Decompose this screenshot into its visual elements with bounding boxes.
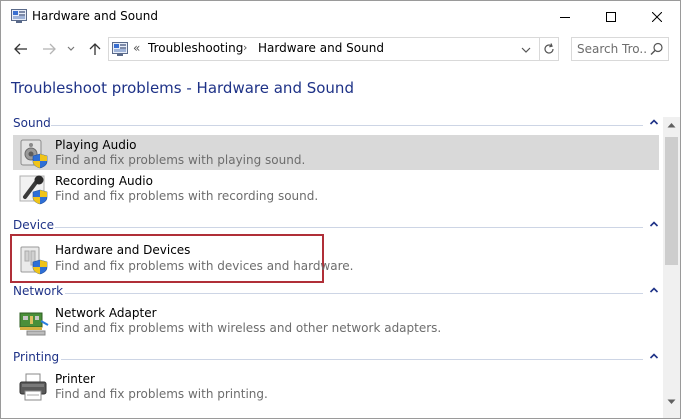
scrollbar-thumb[interactable]: [665, 137, 678, 265]
group-divider: [65, 293, 643, 294]
title-bar: Hardware and Sound: [1, 1, 680, 32]
breadcrumb-separator[interactable]: ›: [243, 41, 247, 54]
search-box[interactable]: Search Tro...: [571, 37, 669, 61]
group-label: Printing: [13, 350, 60, 364]
group-label: Device: [13, 218, 55, 232]
scroll-down-icon[interactable]: [667, 399, 676, 405]
breadcrumb-hardware-and-sound[interactable]: Hardware and Sound: [258, 41, 384, 55]
collapse-icon[interactable]: [649, 117, 659, 127]
item-description: Find and fix problems with printing.: [55, 387, 268, 401]
group-divider: [51, 125, 643, 126]
device-shield-icon: [17, 243, 49, 275]
troubleshooter-playing-audio[interactable]: Playing Audio Find and fix problems with…: [13, 135, 659, 170]
content-pane: Troubleshoot problems - Hardware and Sou…: [1, 67, 680, 418]
window-title: Hardware and Sound: [32, 9, 158, 23]
item-description: Find and fix problems with playing sound…: [55, 153, 306, 167]
maximize-icon: [606, 11, 616, 22]
arrow-up-icon: [89, 43, 101, 55]
troubleshooter-network-adapter[interactable]: Network Adapter Find and fix problems wi…: [13, 303, 659, 338]
network-adapter-icon: [17, 305, 49, 337]
item-description: Find and fix problems with devices and h…: [55, 259, 354, 273]
recent-locations-button[interactable]: [64, 39, 78, 59]
minimize-button[interactable]: [542, 1, 588, 32]
control-panel-icon: [112, 42, 128, 56]
back-button[interactable]: [11, 39, 31, 59]
close-icon: [652, 11, 662, 22]
arrow-right-icon: [43, 43, 56, 55]
troubleshooter-hardware-and-devices[interactable]: Hardware and Devices Find and fix proble…: [10, 234, 353, 283]
printer-icon: [17, 371, 49, 403]
refresh-button[interactable]: [539, 37, 559, 61]
chevron-down-icon: [521, 47, 531, 53]
control-panel-window: Hardware and Sound « Troubleshooting › H…: [0, 0, 681, 419]
address-history-dropdown[interactable]: [521, 43, 535, 57]
search-icon: [650, 42, 663, 55]
item-description: Find and fix problems with wireless and …: [55, 321, 442, 335]
breadcrumb-troubleshooting[interactable]: Troubleshooting: [148, 41, 243, 55]
scroll-up-icon[interactable]: [667, 122, 676, 128]
search-placeholder: Search Tro...: [577, 42, 647, 56]
troubleshooter-printer[interactable]: Printer Find and fix problems with print…: [13, 369, 659, 404]
vertical-scrollbar[interactable]: [663, 117, 680, 418]
maximize-button[interactable]: [588, 1, 634, 32]
page-title: Troubleshoot problems - Hardware and Sou…: [11, 79, 354, 97]
group-label: Network: [13, 284, 64, 298]
control-panel-icon: [11, 9, 27, 23]
item-title[interactable]: Recording Audio: [55, 174, 153, 188]
address-bar[interactable]: « Troubleshooting › Hardware and Sound: [108, 37, 540, 61]
item-title[interactable]: Hardware and Devices: [55, 243, 190, 257]
collapse-icon[interactable]: [649, 351, 659, 361]
minimize-icon: [560, 16, 570, 18]
item-title[interactable]: Playing Audio: [55, 138, 137, 152]
up-button[interactable]: [85, 39, 105, 59]
collapse-icon[interactable]: [649, 219, 659, 229]
item-description: Find and fix problems with recording sou…: [55, 189, 319, 203]
group-header-printing: Printing: [13, 350, 659, 368]
navigation-bar: « Troubleshooting › Hardware and Sound S…: [1, 35, 680, 63]
collapse-icon[interactable]: [649, 285, 659, 295]
troubleshooter-recording-audio[interactable]: Recording Audio Find and fix problems wi…: [13, 171, 659, 206]
address-overflow-chevron[interactable]: «: [133, 41, 140, 55]
item-title[interactable]: Network Adapter: [55, 306, 157, 320]
chevron-down-icon: [67, 46, 75, 51]
forward-button[interactable]: [39, 39, 59, 59]
group-divider: [55, 227, 643, 228]
speaker-shield-icon: [17, 137, 49, 169]
item-title[interactable]: Printer: [55, 372, 95, 386]
group-divider: [61, 359, 643, 360]
arrow-left-icon: [14, 43, 27, 55]
group-header-network: Network: [13, 284, 659, 302]
group-header-sound: Sound: [13, 116, 659, 134]
refresh-icon: [543, 43, 554, 54]
microphone-shield-icon: [17, 173, 49, 205]
group-label: Sound: [13, 116, 51, 130]
close-button[interactable]: [634, 1, 680, 32]
